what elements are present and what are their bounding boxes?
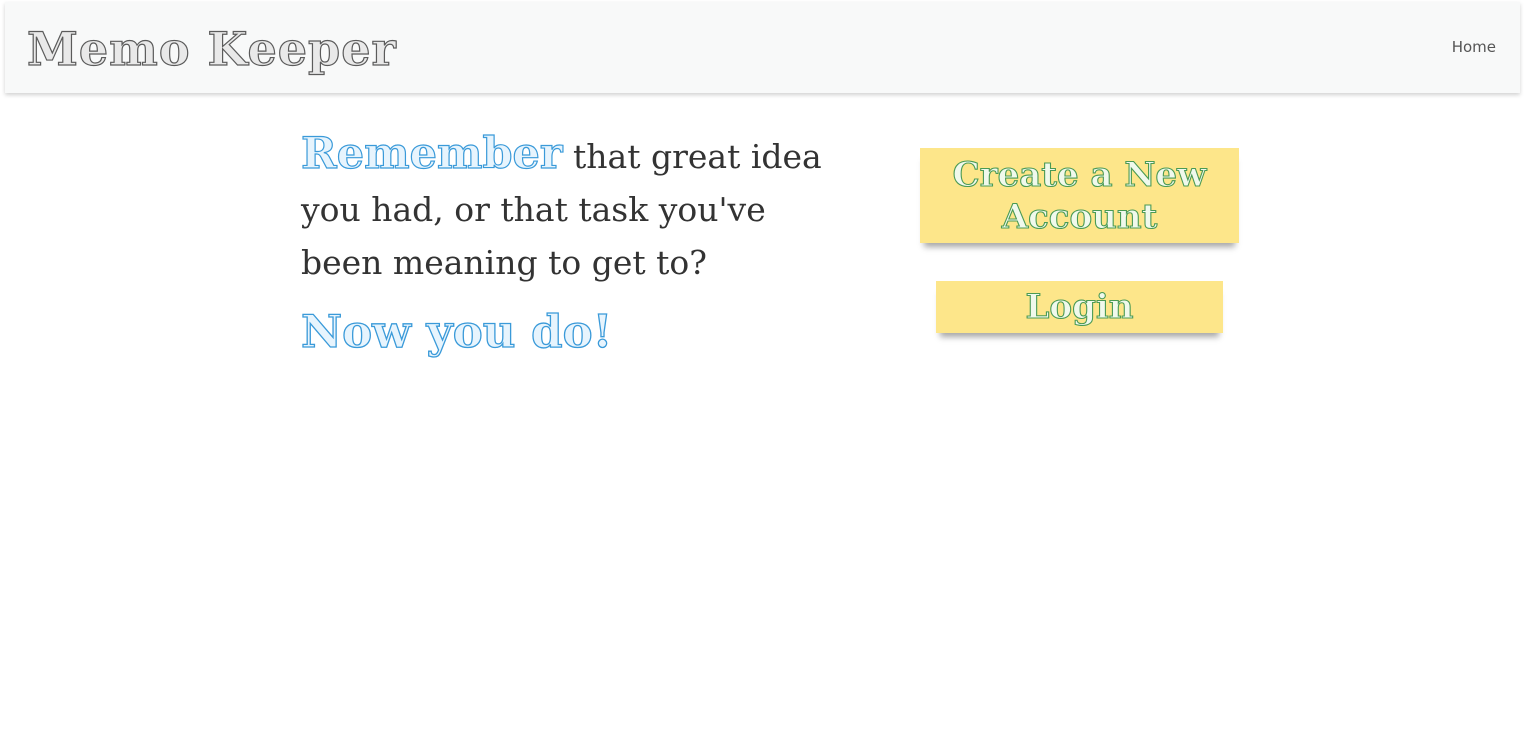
hero-tagline: Now you do! <box>300 304 613 358</box>
hero-text: Remember that great idea you had, or tha… <box>300 128 841 289</box>
login-button[interactable]: Login <box>936 281 1223 333</box>
hero-section: Remember that great idea you had, or tha… <box>300 128 841 361</box>
nav-home-link[interactable]: Home <box>1452 37 1496 57</box>
hero-highlight: Remember <box>300 128 563 179</box>
brand-logo[interactable]: Memo Keeper <box>26 20 397 78</box>
navbar: Memo Keeper Home <box>5 2 1520 93</box>
create-account-button[interactable]: Create a New Account <box>920 148 1239 243</box>
